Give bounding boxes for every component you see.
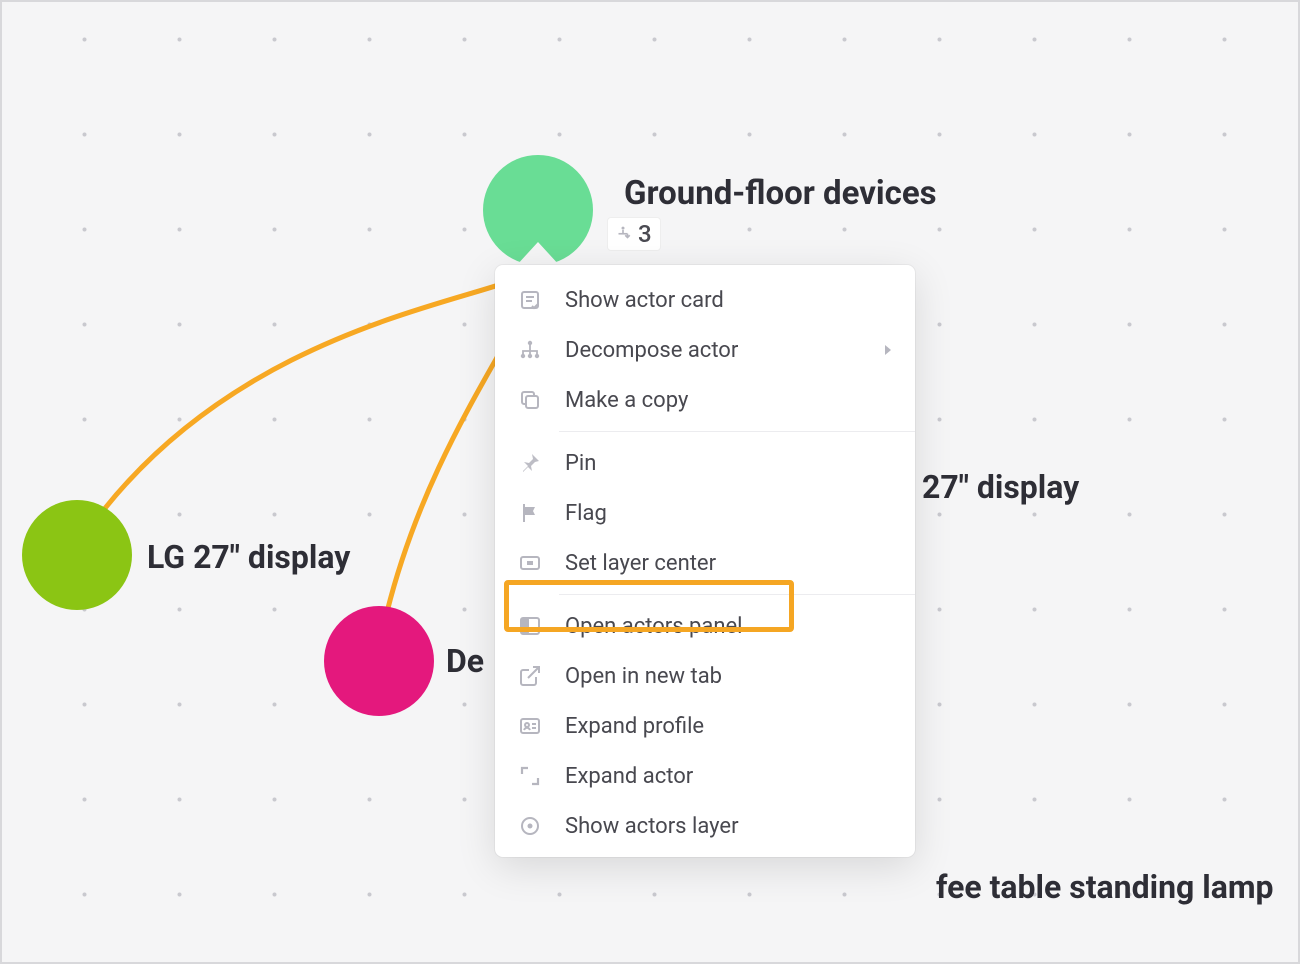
node-child-count-badge[interactable]: 3: [607, 217, 661, 251]
graph-canvas[interactable]: Ground-floor devices 3 LG 27" display De…: [2, 2, 1298, 962]
profile-card-icon: [517, 713, 543, 739]
menu-item-flag[interactable]: Flag: [495, 488, 915, 538]
node-label-de: De: [446, 642, 484, 680]
center-icon: [517, 550, 543, 576]
copy-icon: [517, 387, 543, 413]
menu-item-label: Open actors panel: [565, 614, 743, 639]
menu-item-label: Show actors layer: [565, 814, 739, 839]
node-ground-floor[interactable]: [483, 155, 593, 265]
menu-item-show-actors-layer[interactable]: Show actors layer: [495, 801, 915, 851]
menu-item-set-layer-center[interactable]: Set layer center: [495, 538, 915, 588]
menu-item-label: Open in new tab: [565, 664, 722, 689]
card-icon: [517, 287, 543, 313]
menu-item-label: Pin: [565, 451, 596, 476]
canvas-frame: Ground-floor devices 3 LG 27" display De…: [0, 0, 1300, 964]
menu-item-label: Show actor card: [565, 288, 724, 313]
menu-item-label: Expand actor: [565, 764, 693, 789]
menu-item-open-new-tab[interactable]: Open in new tab: [495, 651, 915, 701]
node-label-fee-partial: fee table standing lamp: [936, 868, 1274, 906]
node-label-27-display-partial: 27" display: [922, 468, 1079, 506]
hierarchy-icon: [614, 220, 632, 248]
menu-item-decompose-actor[interactable]: Decompose actor: [495, 325, 915, 375]
menu-item-expand-profile[interactable]: Expand profile: [495, 701, 915, 751]
menu-item-pin[interactable]: Pin: [495, 438, 915, 488]
menu-item-label: Set layer center: [565, 551, 716, 576]
menu-item-label: Decompose actor: [565, 338, 738, 363]
target-icon: [517, 813, 543, 839]
hierarchy-icon: [517, 337, 543, 363]
menu-divider: [559, 594, 915, 595]
flag-icon: [517, 500, 543, 526]
node-label-ground-floor: Ground-floor devices: [624, 174, 937, 213]
badge-count-value: 3: [638, 220, 652, 248]
external-link-icon: [517, 663, 543, 689]
menu-item-label: Expand profile: [565, 714, 704, 739]
panel-icon: [517, 613, 543, 639]
submenu-chevron-icon: [883, 338, 893, 363]
menu-item-label: Make a copy: [565, 388, 688, 413]
menu-item-label: Flag: [565, 501, 607, 526]
menu-item-open-actors-panel[interactable]: Open actors panel: [495, 601, 915, 651]
menu-item-expand-actor[interactable]: Expand actor: [495, 751, 915, 801]
pin-icon: [517, 450, 543, 476]
expand-icon: [517, 763, 543, 789]
node-lg-display[interactable]: [22, 500, 132, 610]
menu-divider: [559, 431, 915, 432]
menu-item-make-copy[interactable]: Make a copy: [495, 375, 915, 425]
context-menu: Show actor card Decompose actor Make a c…: [495, 265, 915, 857]
node-de[interactable]: [324, 606, 434, 716]
menu-item-show-actor-card[interactable]: Show actor card: [495, 275, 915, 325]
node-label-lg-display: LG 27" display: [147, 538, 350, 576]
